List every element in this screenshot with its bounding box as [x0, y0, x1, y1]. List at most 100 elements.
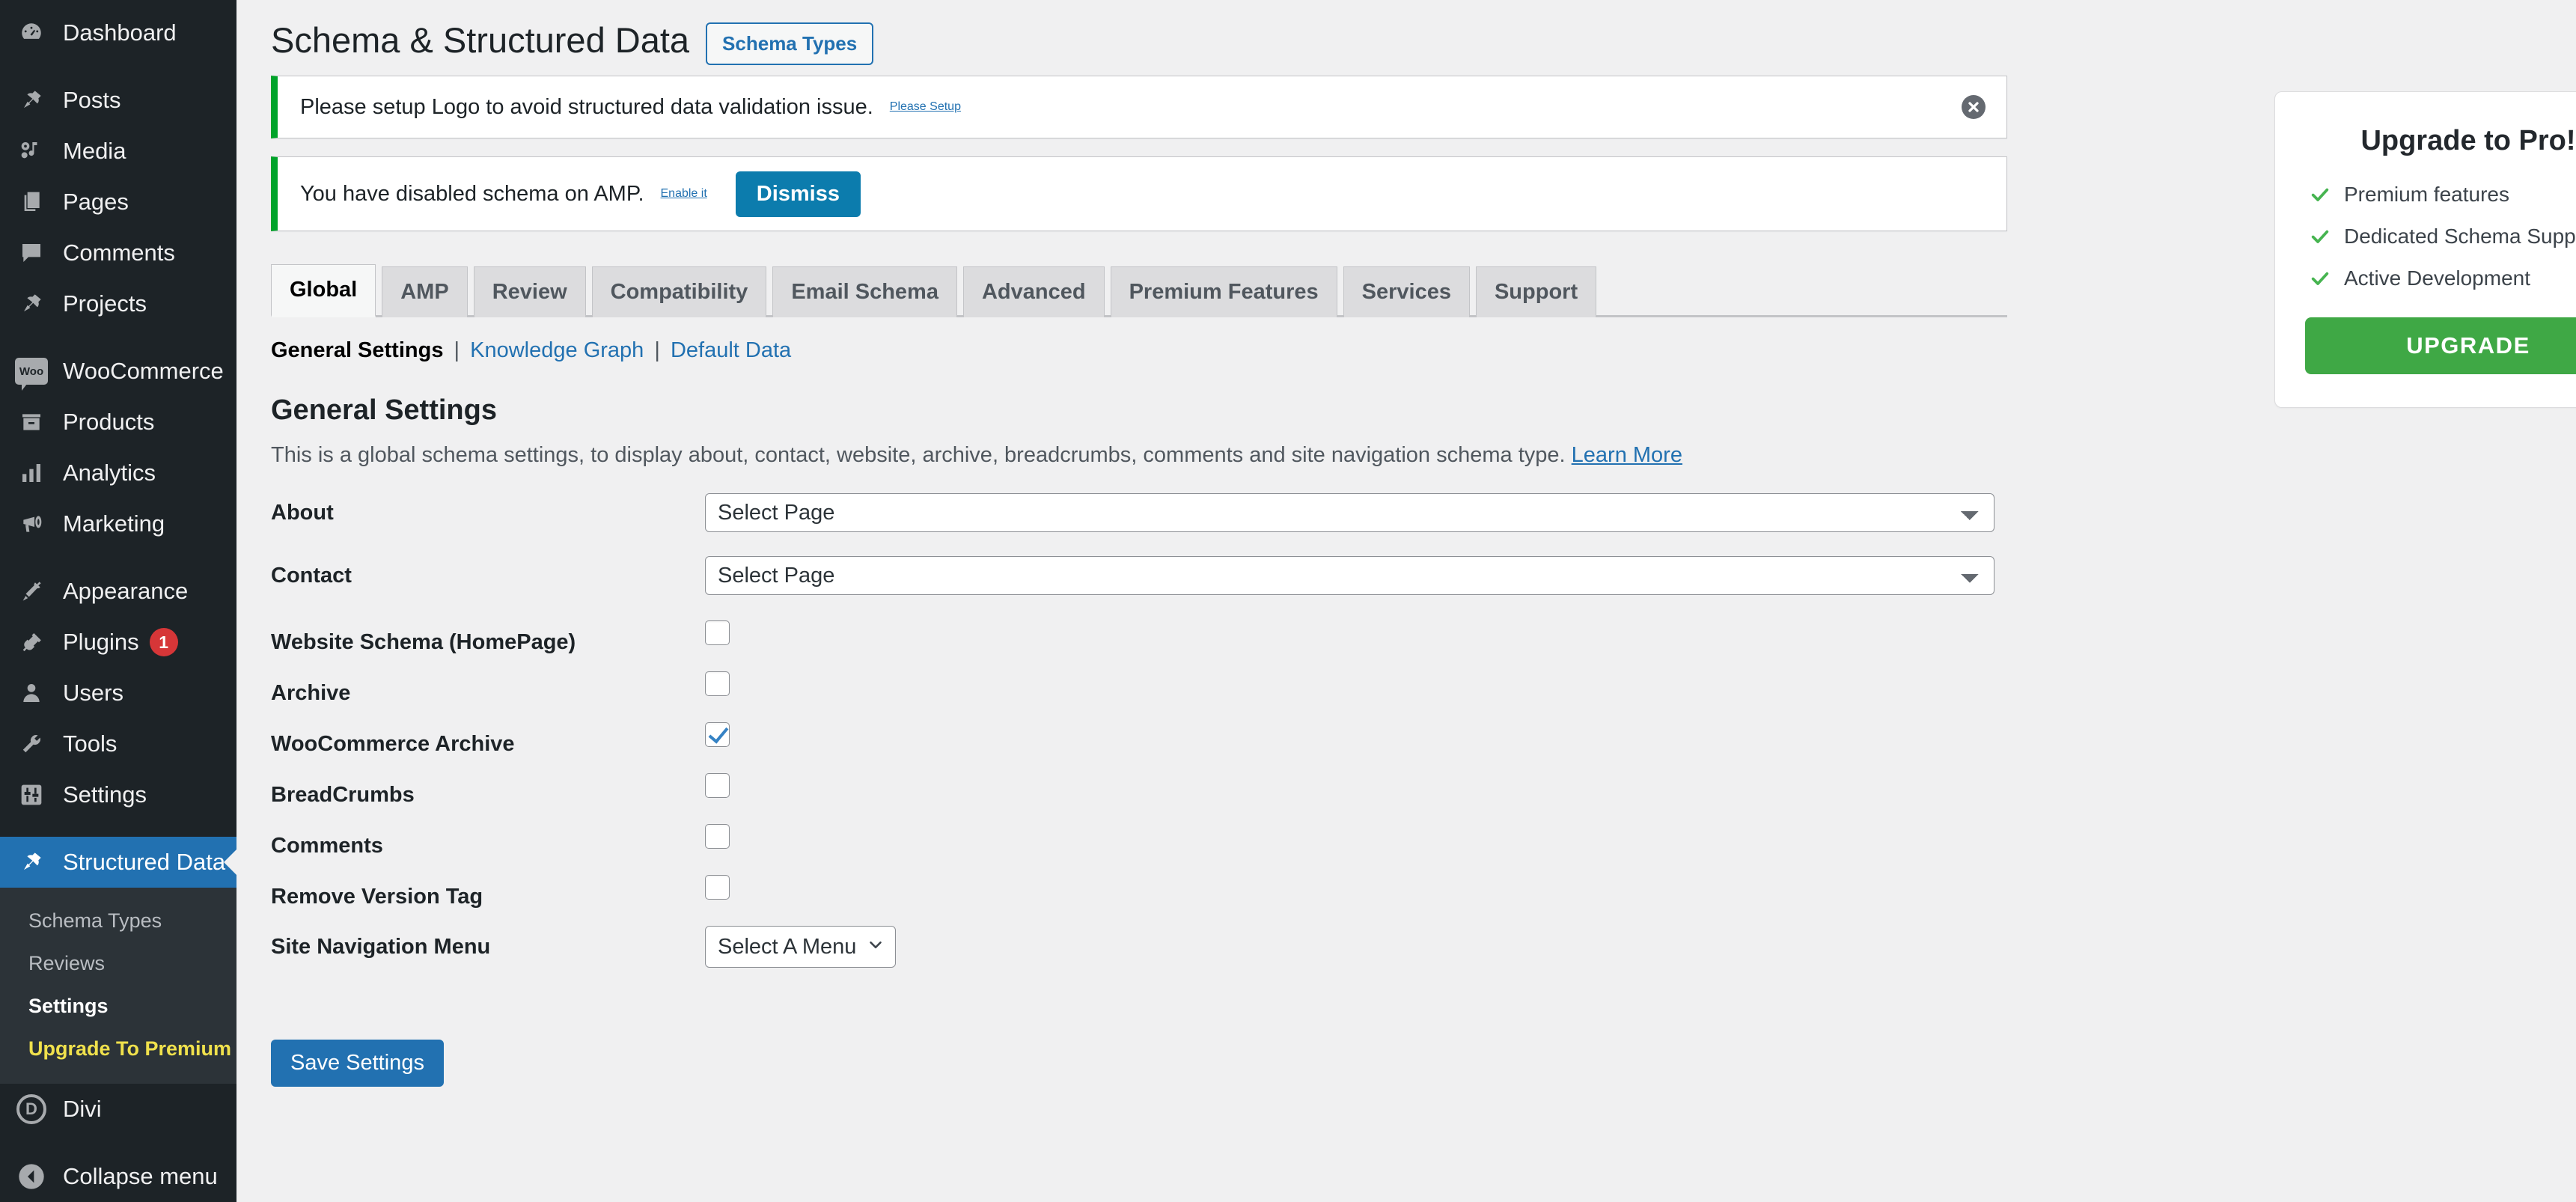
menu-separator	[0, 329, 236, 346]
remove-version-tag-label: Remove Version Tag	[271, 884, 483, 909]
field-row-contact: Contact Select Page	[271, 555, 2007, 595]
notice-amp-disabled: You have disabled schema on AMP. Enable …	[271, 156, 2007, 231]
structured-data-submenu: Schema Types Reviews Settings Upgrade To…	[0, 888, 236, 1084]
about-field: Select Page	[705, 492, 2007, 532]
submenu-item-reviews[interactable]: Reviews	[0, 942, 236, 985]
sidebar-item-products[interactable]: Products	[0, 397, 236, 448]
save-settings-button[interactable]: Save Settings	[271, 1039, 444, 1087]
dismiss-button[interactable]: Dismiss	[735, 171, 861, 217]
subnav-knowledge-graph[interactable]: Knowledge Graph	[470, 338, 644, 362]
subnav-default-data[interactable]: Default Data	[671, 338, 791, 362]
sidebar-item-media[interactable]: Media	[0, 126, 236, 177]
notice-logo-setup: Please setup Logo to avoid structured da…	[271, 76, 2007, 138]
page-title: Schema & Structured Data	[271, 20, 690, 61]
admin-sidebar: Dashboard Posts Media Pages Comments Pro…	[0, 0, 236, 1202]
sidebar-item-comments[interactable]: Comments	[0, 228, 236, 278]
enable-it-link[interactable]: Enable it	[661, 187, 707, 201]
marketing-icon	[0, 512, 63, 536]
comments-icon	[0, 241, 63, 265]
media-icon	[0, 139, 63, 163]
comments-checkbox[interactable]	[705, 823, 730, 849]
sidebar-item-posts[interactable]: Posts	[0, 75, 236, 126]
sidebar-item-label: Structured Data	[63, 849, 226, 875]
submenu-item-settings[interactable]: Settings	[0, 985, 236, 1028]
collapse-menu-label: Collapse menu	[63, 1163, 218, 1189]
field-row-archive: Archive	[271, 671, 2007, 722]
check-icon	[2310, 226, 2331, 247]
upgrade-feature-item: Premium features	[2305, 183, 2576, 207]
learn-more-link[interactable]: Learn More	[1572, 443, 1682, 467]
remove-version-tag-checkbox[interactable]	[705, 874, 730, 900]
pin-icon	[0, 292, 63, 316]
sidebar-item-tools[interactable]: Tools	[0, 719, 236, 769]
tools-icon	[0, 732, 63, 756]
contact-field: Select Page	[705, 555, 2007, 595]
sidebar-item-settings[interactable]: Settings	[0, 769, 236, 820]
tab-email-schema[interactable]: Email Schema	[772, 266, 957, 317]
sidebar-item-label: Settings	[63, 781, 147, 808]
tab-premium-features[interactable]: Premium Features	[1110, 266, 1337, 317]
sidebar-item-marketing[interactable]: Marketing	[0, 498, 236, 549]
products-icon	[0, 410, 63, 434]
close-circle-icon[interactable]	[1962, 95, 1986, 119]
upgrade-feature-label: Premium features	[2344, 183, 2509, 206]
sidebar-item-dashboard[interactable]: Dashboard	[0, 7, 236, 58]
sidebar-item-plugins[interactable]: Plugins 1	[0, 617, 236, 668]
page-header: Schema & Structured Data Schema Types	[271, 0, 2546, 76]
woocommerce-archive-checkbox[interactable]	[705, 721, 730, 747]
sidebar-item-analytics[interactable]: Analytics	[0, 448, 236, 498]
sidebar-item-label: Tools	[63, 730, 117, 757]
tab-support[interactable]: Support	[1475, 266, 1597, 317]
sidebar-item-structured-data[interactable]: Structured Data	[0, 837, 236, 888]
submenu-item-upgrade-to-premium[interactable]: Upgrade To Premium	[0, 1028, 236, 1070]
analytics-icon	[0, 461, 63, 485]
sidebar-item-label: Users	[63, 680, 123, 706]
sidebar-item-label: Plugins	[63, 629, 139, 655]
sidebar-item-label: Products	[63, 409, 155, 435]
upgrade-feature-label: Active Development	[2344, 266, 2531, 290]
tab-compatibility[interactable]: Compatibility	[591, 266, 767, 317]
archive-label: Archive	[271, 680, 351, 705]
sidebar-item-users[interactable]: Users	[0, 668, 236, 719]
subnav: General Settings | Knowledge Graph | Def…	[271, 338, 2546, 363]
site-navigation-menu-select[interactable]: Select A Menu	[705, 925, 896, 968]
website-schema-label: Website Schema (HomePage)	[271, 629, 576, 654]
tab-review[interactable]: Review	[473, 266, 586, 317]
sidebar-item-label: Appearance	[63, 578, 189, 604]
sidebar-item-label: Analytics	[63, 460, 156, 486]
sidebar-item-appearance[interactable]: Appearance	[0, 566, 236, 617]
pin-icon	[0, 850, 63, 874]
tab-advanced[interactable]: Advanced	[962, 266, 1105, 317]
breadcrumbs-field	[705, 772, 730, 802]
general-settings-form: About Select Page Contact Select Page We…	[271, 492, 2007, 1087]
upgrade-panel-title: Upgrade to Pro!	[2360, 125, 2576, 156]
sidebar-item-pages[interactable]: Pages	[0, 177, 236, 228]
collapse-menu-button[interactable]: Collapse menu	[0, 1151, 236, 1202]
contact-page-select[interactable]: Select Page	[705, 555, 1994, 595]
subnav-general-settings[interactable]: General Settings	[271, 338, 443, 362]
tab-amp[interactable]: AMP	[382, 266, 468, 317]
sidebar-item-label: Posts	[63, 87, 121, 113]
upgrade-button[interactable]: UPGRADE	[2305, 317, 2576, 374]
submenu-item-schema-types[interactable]: Schema Types	[0, 900, 236, 942]
please-setup-link[interactable]: Please Setup	[890, 100, 961, 114]
sidebar-item-divi[interactable]: D Divi	[0, 1084, 236, 1135]
schema-types-button[interactable]: Schema Types	[706, 22, 874, 65]
divi-icon: D	[0, 1094, 63, 1124]
appearance-icon	[0, 579, 63, 603]
sidebar-item-woocommerce[interactable]: Woo WooCommerce	[0, 346, 236, 397]
site-navigation-menu-label: Site Navigation Menu	[271, 934, 491, 959]
about-page-select[interactable]: Select Page	[705, 492, 1994, 532]
sidebar-item-projects[interactable]: Projects	[0, 278, 236, 329]
tab-services[interactable]: Services	[1343, 266, 1470, 317]
website-schema-checkbox[interactable]	[705, 620, 730, 645]
tab-global[interactable]: Global	[271, 264, 376, 317]
contact-label: Contact	[271, 563, 352, 588]
section-description: This is a global schema settings, to dis…	[271, 443, 2546, 468]
menu-separator	[0, 549, 236, 566]
archive-checkbox[interactable]	[705, 671, 730, 696]
breadcrumbs-checkbox[interactable]	[705, 772, 730, 798]
check-icon	[2310, 268, 2331, 289]
upgrade-feature-item: Dedicated Schema Support	[2305, 225, 2576, 248]
admin-screen: Dashboard Posts Media Pages Comments Pro…	[0, 0, 2576, 1202]
